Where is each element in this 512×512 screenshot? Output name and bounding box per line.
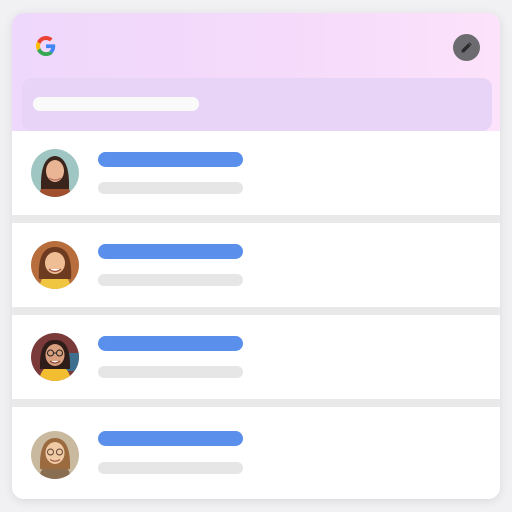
header	[12, 13, 500, 131]
pencil-icon	[461, 42, 472, 53]
avatar	[31, 431, 79, 479]
contact-name	[98, 431, 243, 446]
contact-detail	[98, 366, 243, 378]
search-input[interactable]	[22, 78, 31, 85]
contact-detail	[98, 182, 243, 194]
contact-detail	[98, 462, 243, 474]
avatar	[31, 241, 79, 289]
contact-name	[98, 336, 243, 351]
avatar	[31, 149, 79, 197]
contact-detail	[98, 274, 243, 286]
list-item[interactable]	[12, 407, 500, 499]
avatar	[31, 333, 79, 381]
contact-list	[12, 131, 500, 499]
list-item[interactable]	[12, 315, 500, 407]
contact-name	[98, 244, 243, 259]
search-placeholder-skeleton	[33, 97, 199, 111]
list-item[interactable]	[12, 223, 500, 315]
edit-button[interactable]	[453, 34, 480, 61]
list-item[interactable]	[12, 131, 500, 223]
contact-name	[98, 152, 243, 167]
contacts-card	[12, 13, 500, 499]
google-logo-icon	[35, 35, 57, 57]
